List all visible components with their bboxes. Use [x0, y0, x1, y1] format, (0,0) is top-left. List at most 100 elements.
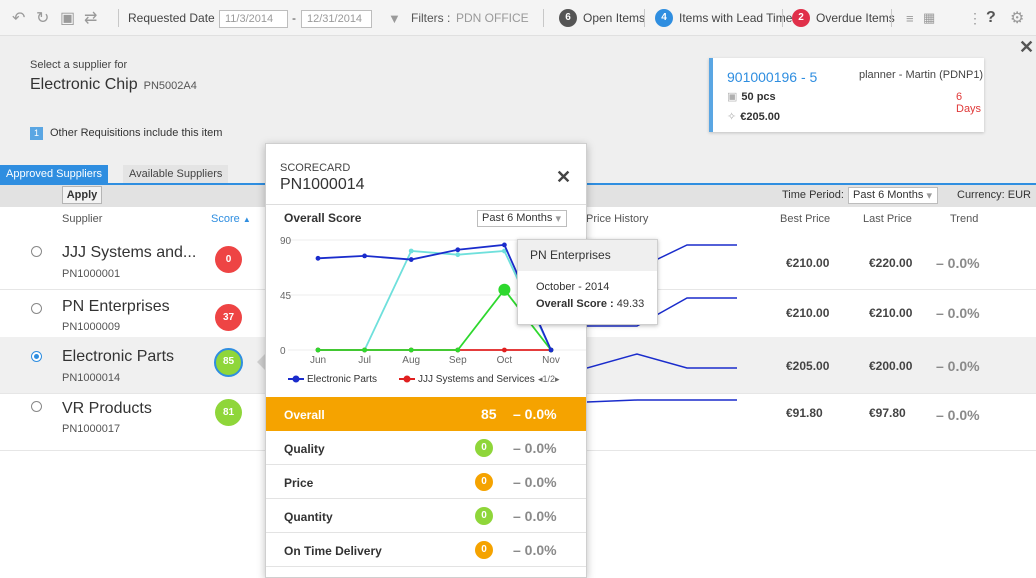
chart-tooltip: PN Enterprises October - 2014 Overall Sc…: [517, 239, 658, 325]
trend-value: – 0.0%: [936, 255, 980, 271]
series-point[interactable]: [408, 257, 414, 262]
score-row-label: Price: [284, 476, 314, 490]
score-badge[interactable]: 81: [215, 399, 242, 426]
toolbar: ↶ ↻ ▣ ⇄ Requested Date : 11/3/2014 - 12/…: [0, 0, 1036, 36]
score-row-price[interactable]: Price 0 – 0.0%: [266, 465, 586, 499]
refresh-icon[interactable]: ↻: [36, 0, 49, 36]
series-point[interactable]: [315, 347, 321, 353]
requisition-price: ✧ €205.00: [727, 110, 780, 123]
grid-view-icon[interactable]: ▦: [923, 0, 935, 36]
score-badge[interactable]: 37: [215, 304, 242, 331]
trend-value: – 0.0%: [936, 358, 980, 374]
series-point[interactable]: [362, 253, 367, 259]
filters-value[interactable]: PDN OFFICE: [456, 0, 529, 36]
supplier-name: Electronic Parts: [62, 348, 175, 365]
time-period-select[interactable]: Past 6 Months ▾: [848, 187, 938, 204]
series-point[interactable]: [455, 347, 461, 353]
scorecard-pointer: [257, 354, 265, 370]
requisition-card[interactable]: 901000196 - 5 planner - Martin (PDNP1) 6…: [709, 58, 984, 132]
supplier-radio[interactable]: [31, 401, 42, 412]
settings-icon[interactable]: ⚙: [1010, 0, 1024, 36]
overdue-items-button[interactable]: 2 Overdue Items: [792, 0, 895, 36]
score-row-overall[interactable]: Overall 85 – 0.0%: [266, 397, 586, 431]
series-point[interactable]: [408, 347, 414, 353]
apply-button[interactable]: Apply: [62, 186, 102, 204]
highlighted-point[interactable]: [498, 283, 511, 296]
filter-icon[interactable]: ▼: [388, 0, 401, 36]
requisition-planner: planner - Martin (PDNP1): [859, 69, 984, 81]
overdue-count: 2: [792, 9, 810, 27]
series-point[interactable]: [455, 252, 461, 258]
score-row-quantity[interactable]: Quantity 0 – 0.0%: [266, 499, 586, 533]
score-row-value: 85: [481, 406, 497, 422]
tab-available-suppliers[interactable]: Available Suppliers: [123, 165, 229, 183]
supplier-radio[interactable]: [31, 246, 42, 257]
col-supplier[interactable]: Supplier: [62, 213, 102, 225]
last-price: €220.00: [869, 256, 913, 270]
legend-pager[interactable]: ◂1/2▸: [538, 374, 560, 384]
open-items-button[interactable]: 6 Open Items: [559, 0, 645, 36]
undo-icon[interactable]: ↶: [12, 0, 25, 36]
legend-label[interactable]: JJJ Systems and Services: [418, 374, 535, 385]
chevron-down-icon: ▾: [926, 190, 932, 202]
lead-time-label: Items with Lead Time: [679, 11, 793, 25]
score-row-value: 0: [475, 473, 493, 491]
last-price: €97.80: [869, 406, 906, 420]
supplier-radio[interactable]: [31, 303, 42, 314]
close-icon[interactable]: ✕: [1019, 37, 1034, 58]
date-to-input[interactable]: 12/31/2014: [301, 10, 372, 28]
score-row-trend: – 0.0%: [513, 542, 557, 558]
trend-value: – 0.0%: [936, 407, 980, 423]
lead-time-items-button[interactable]: 4 Items with Lead Time: [655, 0, 792, 36]
save-icon[interactable]: ▣: [60, 0, 75, 36]
col-score[interactable]: Score ▲: [211, 213, 251, 225]
open-items-label: Open Items: [583, 11, 646, 25]
filters-label: Filters :: [411, 11, 451, 25]
series-point[interactable]: [315, 255, 321, 261]
requested-date-label: Requested Date :: [128, 11, 222, 25]
tooltip-score-value: 49.33: [616, 298, 645, 310]
series-point[interactable]: [502, 347, 507, 353]
col-best-price[interactable]: Best Price: [780, 213, 830, 225]
series-point[interactable]: [502, 242, 507, 248]
legend-marker: [403, 375, 411, 383]
score-row-quality[interactable]: Quality 0 – 0.0%: [266, 431, 586, 465]
more-icon[interactable]: ⋮: [968, 0, 982, 36]
supplier-radio[interactable]: [31, 351, 42, 362]
score-badge[interactable]: 0: [215, 246, 242, 273]
series-point[interactable]: [455, 247, 461, 253]
other-requisitions-count[interactable]: 1: [30, 127, 43, 140]
tooltip-supplier: PN Enterprises: [518, 240, 657, 271]
price-value: €205.00: [740, 111, 780, 123]
score-row-value: 0: [475, 541, 493, 559]
series-point[interactable]: [362, 347, 367, 353]
supplier-code: PN1000009: [62, 321, 121, 333]
col-last-price[interactable]: Last Price: [863, 213, 912, 225]
scorecard-period-select[interactable]: Past 6 Months ▾: [477, 210, 567, 227]
score-row-value: 0: [475, 439, 493, 457]
legend-label[interactable]: Electronic Parts: [307, 374, 377, 385]
best-price: €91.80: [786, 406, 823, 420]
x-tick-label: Sep: [449, 355, 467, 366]
sort-asc-icon: ▲: [242, 215, 251, 224]
tab-approved-suppliers[interactable]: Approved Suppliers: [0, 165, 109, 183]
x-tick-label: Jun: [310, 355, 326, 366]
score-row-trend: – 0.0%: [513, 508, 557, 524]
date-from-input[interactable]: 11/3/2014: [219, 10, 288, 28]
score-row-on-time-delivery[interactable]: On Time Delivery 0 – 0.0%: [266, 533, 586, 567]
score-row-trend: – 0.0%: [513, 440, 557, 456]
x-tick-label: Jul: [358, 355, 371, 366]
requisition-id[interactable]: 901000196 - 5: [727, 69, 817, 85]
supplier-name: PN Enterprises: [62, 298, 170, 315]
time-period-value: Past 6 Months: [853, 189, 924, 201]
last-price: €200.00: [869, 359, 913, 373]
series-point[interactable]: [548, 347, 554, 353]
series-point[interactable]: [408, 248, 414, 254]
other-requisitions-text[interactable]: Other Requisitions include this item: [50, 127, 222, 139]
scorecard-close-icon[interactable]: ✕: [556, 167, 571, 188]
score-badge[interactable]: 85: [214, 348, 243, 377]
list-view-icon[interactable]: ≡: [906, 0, 914, 36]
tooltip-score: Overall Score : 49.33: [536, 298, 644, 310]
help-icon[interactable]: ?: [986, 0, 996, 36]
swap-icon[interactable]: ⇄: [84, 0, 97, 36]
